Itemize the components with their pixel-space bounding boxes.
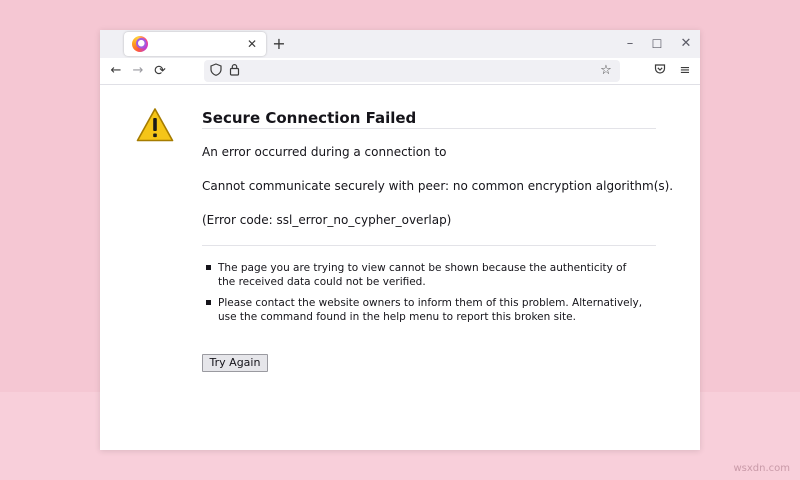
back-arrow-icon[interactable]: ←: [106, 61, 126, 81]
maximize-button[interactable]: ☐: [647, 34, 667, 54]
advice-list: The page you are trying to view cannot b…: [206, 261, 646, 331]
list-item: The page you are trying to view cannot b…: [206, 261, 646, 289]
tracking-shield-icon[interactable]: [208, 63, 224, 79]
pocket-icon[interactable]: [650, 61, 670, 81]
list-item-text: Please contact the website owners to inf…: [218, 297, 643, 323]
tab-close-icon[interactable]: ✕: [244, 36, 260, 52]
hamburger-menu-icon[interactable]: ≡: [675, 61, 695, 81]
warning-icon: [136, 108, 174, 142]
lock-icon[interactable]: [226, 63, 242, 79]
error-description: An error occurred during a connection to: [202, 145, 447, 159]
close-window-button[interactable]: ✕: [676, 34, 696, 54]
navigation-toolbar: ← → ⟳ ☆ ≡: [100, 58, 700, 85]
error-page-content: Secure Connection Failed An error occurr…: [100, 85, 700, 450]
try-again-button[interactable]: Try Again: [202, 354, 268, 372]
bookmark-star-icon[interactable]: ☆: [598, 63, 614, 79]
error-detail: Cannot communicate securely with peer: n…: [202, 179, 674, 193]
list-item: Please contact the website owners to inf…: [206, 296, 646, 324]
bullet-icon: [206, 265, 211, 270]
list-item-text: The page you are trying to view cannot b…: [218, 262, 627, 288]
forward-arrow-icon[interactable]: →: [128, 61, 148, 81]
watermark-text: wsxdn.com: [733, 463, 790, 474]
page-title: Secure Connection Failed: [202, 109, 417, 127]
new-tab-button[interactable]: +: [270, 35, 288, 53]
reload-icon[interactable]: ⟳: [150, 61, 170, 81]
tab-strip: ✕ + – ☐ ✕: [100, 30, 700, 58]
browser-window: ✕ + – ☐ ✕ ← → ⟳ ☆ ≡ Secure Connection Fa…: [100, 30, 700, 450]
error-code: (Error code: ssl_error_no_cypher_overlap…: [202, 213, 452, 227]
firefox-favicon-icon: [132, 36, 148, 52]
minimize-button[interactable]: –: [620, 34, 640, 54]
title-divider: [202, 128, 656, 129]
url-bar[interactable]: ☆: [204, 60, 620, 82]
browser-tab[interactable]: ✕: [124, 32, 266, 56]
section-divider: [202, 245, 656, 246]
bullet-icon: [206, 300, 211, 305]
